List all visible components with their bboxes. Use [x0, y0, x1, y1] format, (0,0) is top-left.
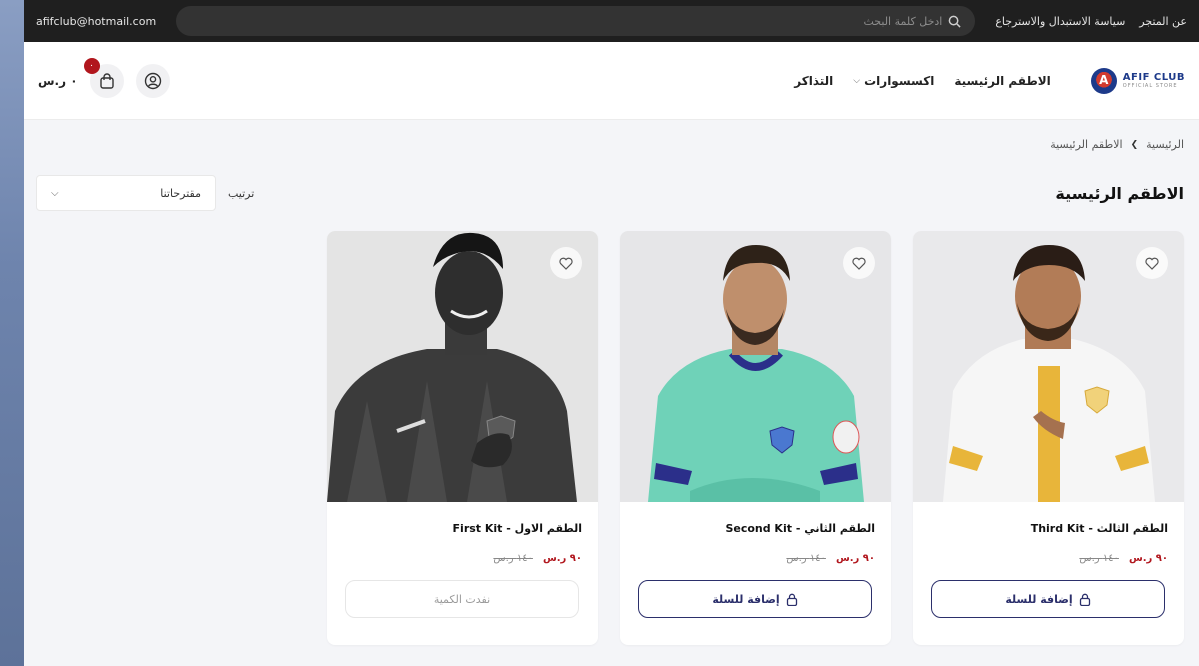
search-input[interactable] — [822, 14, 943, 28]
main-header: AFIF CLUB OFFICIAL STORE الاطقم الرئيسية… — [24, 42, 1199, 120]
lock-icon — [1079, 593, 1090, 606]
cart-count-badge: ٠ — [83, 57, 100, 74]
sort-control: ترتيب مقترحاتنا ⌵ — [36, 175, 254, 211]
product-price: ٩٠ ر.س — [835, 553, 875, 564]
add-to-cart-button[interactable]: إضافة للسلة — [931, 580, 1165, 618]
product-old-price: ١٤٠ ر.س — [786, 553, 826, 564]
product-image[interactable] — [327, 231, 598, 502]
product-name[interactable]: الطقم الاول - First Kit — [343, 522, 582, 535]
chevron-left-icon: ❯ — [1130, 139, 1139, 150]
lock-icon — [786, 593, 797, 606]
wishlist-button[interactable] — [843, 247, 875, 279]
product-grid: الطقم الثالث - Third Kit ٩٠ ر.س ١٤٠ ر.س … — [36, 231, 1184, 645]
breadcrumb: الرئيسية ❯ الاطقم الرئيسية — [36, 138, 1184, 151]
nav-tickets[interactable]: التذاكر — [794, 74, 833, 88]
cart-button[interactable]: ٠ — [83, 57, 124, 98]
product-card[interactable]: الطقم الاول - First Kit ٩٠ ر.س ١٤٠ ر.س ن… — [327, 231, 598, 645]
logo-subtitle: OFFICIAL STORE — [1122, 83, 1178, 89]
product-old-price: ١٤٠ ر.س — [1079, 553, 1119, 564]
top-bar: عن المتجر سياسة الاستبدال والاسترجاع afi… — [24, 0, 1199, 42]
heart-icon — [1145, 257, 1159, 270]
product-name[interactable]: الطقم الثالث - Third Kit — [929, 522, 1168, 535]
return-policy-link[interactable]: سياسة الاستبدال والاسترجاع — [995, 15, 1125, 28]
search-bar[interactable] — [176, 6, 976, 36]
main-content: الرئيسية ❯ الاطقم الرئيسية الاطقم الرئيس… — [24, 120, 1199, 645]
chevron-down-icon: ⌵ — [853, 75, 861, 86]
product-card[interactable]: الطقم الثالث - Third Kit ٩٠ ر.س ١٤٠ ر.س … — [913, 231, 1184, 645]
product-image[interactable] — [913, 231, 1184, 502]
product-price: ٩٠ ر.س — [542, 553, 582, 564]
user-icon — [144, 72, 161, 89]
about-store-link[interactable]: عن المتجر — [1139, 15, 1187, 28]
shopping-bag-icon — [99, 72, 114, 89]
sort-label: ترتيب — [228, 186, 255, 200]
breadcrumb-current: الاطقم الرئيسية — [1050, 138, 1123, 151]
nav-accessories[interactable]: اكسسوارات ⌵ — [853, 74, 934, 88]
logo-title: AFIF CLUB — [1122, 72, 1185, 83]
product-name[interactable]: الطقم الثاني - Second Kit — [636, 522, 875, 535]
product-card[interactable]: الطقم الثاني - Second Kit ٩٠ ر.س ١٤٠ ر.س… — [620, 231, 891, 645]
contact-email: afifclub@hotmail.com — [36, 14, 157, 28]
sort-select[interactable]: مقترحاتنا ⌵ — [36, 175, 216, 211]
sort-value: مقترحاتنا — [160, 186, 201, 200]
product-image[interactable] — [620, 231, 891, 502]
product-price: ٩٠ ر.س — [1128, 553, 1168, 564]
page-title: الاطقم الرئيسية — [1055, 183, 1184, 203]
store-page: عن المتجر سياسة الاستبدال والاسترجاع afi… — [24, 0, 1199, 666]
main-nav: الاطقم الرئيسية اكسسوارات ⌵ التذاكر — [794, 74, 1051, 88]
chevron-down-icon: ⌵ — [51, 187, 59, 199]
heart-icon — [852, 257, 866, 270]
background — [0, 0, 24, 666]
product-old-price: ١٤٠ ر.س — [493, 553, 533, 564]
wishlist-button[interactable] — [550, 247, 582, 279]
cart-total: ٠ ر.س — [38, 73, 78, 88]
heart-icon — [559, 257, 573, 270]
search-icon — [948, 15, 961, 28]
sold-out-button: نفدت الكمية — [345, 580, 579, 618]
title-bar: الاطقم الرئيسية ترتيب مقترحاتنا ⌵ — [36, 175, 1184, 211]
wishlist-button[interactable] — [1136, 247, 1168, 279]
header-tools: ٠ ٠ ر.س — [38, 57, 170, 98]
nav-main-kits[interactable]: الاطقم الرئيسية — [954, 74, 1050, 88]
club-crest-icon — [1090, 67, 1117, 94]
store-logo[interactable]: AFIF CLUB OFFICIAL STORE — [1090, 67, 1185, 94]
breadcrumb-home[interactable]: الرئيسية — [1146, 138, 1184, 151]
account-button[interactable] — [135, 63, 170, 98]
add-to-cart-button[interactable]: إضافة للسلة — [638, 580, 872, 618]
